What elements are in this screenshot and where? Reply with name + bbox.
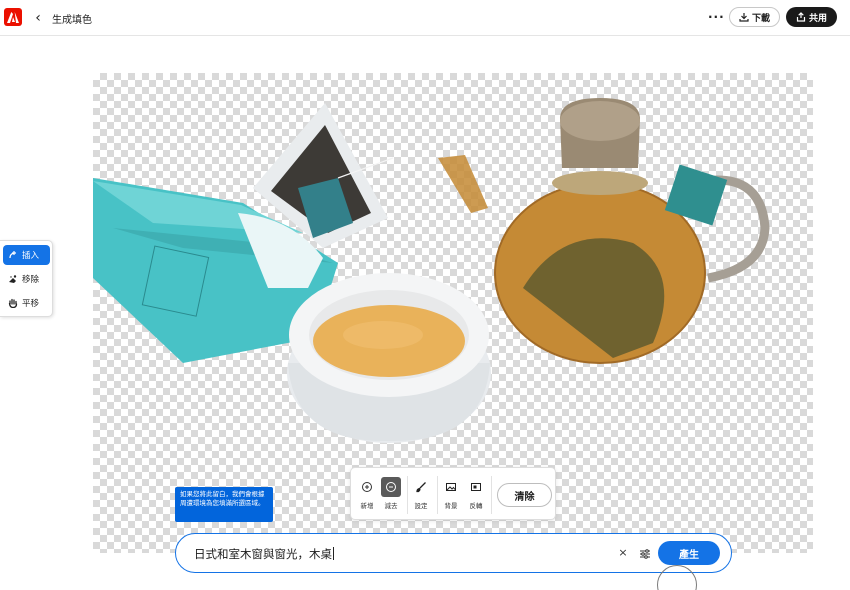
clear-button[interactable]: 清除 (497, 483, 552, 507)
prompt-value: 日式和室木窗與窗光，木桌 (194, 547, 332, 561)
share-icon (796, 12, 806, 22)
app-header: ‹ 生成填色 ··· 下載 共用 (0, 0, 850, 36)
share-button[interactable]: 共用 (786, 7, 837, 27)
pan-tool-label: 平移 (22, 299, 40, 309)
remove-tool[interactable]: 移除 (3, 269, 50, 289)
subtract-label: 減去 (384, 502, 398, 510)
remove-tool-label: 移除 (22, 275, 40, 285)
page-title: 生成填色 (52, 15, 92, 26)
brush-settings-button[interactable]: 設定 (408, 477, 434, 513)
add-label: 新增 (360, 502, 374, 510)
download-icon (739, 13, 749, 22)
pan-tool[interactable]: 平移 (3, 293, 50, 313)
settings-label: 設定 (414, 502, 428, 510)
subtract-brush-button[interactable]: 減去 (378, 477, 404, 513)
brush-toolbar: 新增 減去 設定 背景 反轉 清除 (350, 467, 556, 520)
minus-circle-icon (381, 477, 401, 497)
generate-button[interactable]: 產生 (658, 541, 720, 565)
background-label: 背景 (444, 502, 458, 510)
download-label: 下載 (751, 13, 770, 24)
invert-icon (466, 477, 486, 497)
background-button[interactable]: 背景 (438, 477, 464, 513)
invert-button[interactable]: 反轉 (463, 477, 489, 513)
chevron-left-icon[interactable]: ‹ (32, 9, 44, 27)
empty-prompt-tooltip: 如果您將此留白，我們會根據周遭環境為您填滿所選區域。 (175, 487, 273, 522)
brush-add-icon (9, 251, 16, 259)
image-icon (441, 477, 461, 497)
sliders-icon[interactable] (638, 546, 652, 560)
brush-icon (411, 477, 431, 497)
divider (491, 476, 492, 514)
insert-tool-label: 插入 (22, 251, 40, 261)
invert-label: 反轉 (469, 502, 483, 510)
add-brush-button[interactable]: 新增 (354, 477, 380, 513)
plus-circle-icon (357, 477, 377, 497)
hand-icon (8, 298, 18, 308)
prompt-bar: 日式和室木窗與窗光，木桌 × 產生 (175, 533, 732, 573)
download-button[interactable]: 下載 (729, 7, 780, 27)
prompt-input[interactable]: 日式和室木窗與窗光，木桌 (194, 546, 334, 562)
eraser-icon (9, 275, 17, 283)
selection-tool-panel: 插入 移除 平移 (0, 240, 53, 317)
adobe-logo-icon[interactable] (4, 8, 22, 26)
insert-tool[interactable]: 插入 (3, 245, 50, 265)
share-label: 共用 (808, 13, 827, 24)
clear-prompt-button[interactable]: × (617, 546, 629, 560)
more-options-button[interactable]: ··· (708, 8, 724, 26)
text-caret (333, 547, 334, 560)
